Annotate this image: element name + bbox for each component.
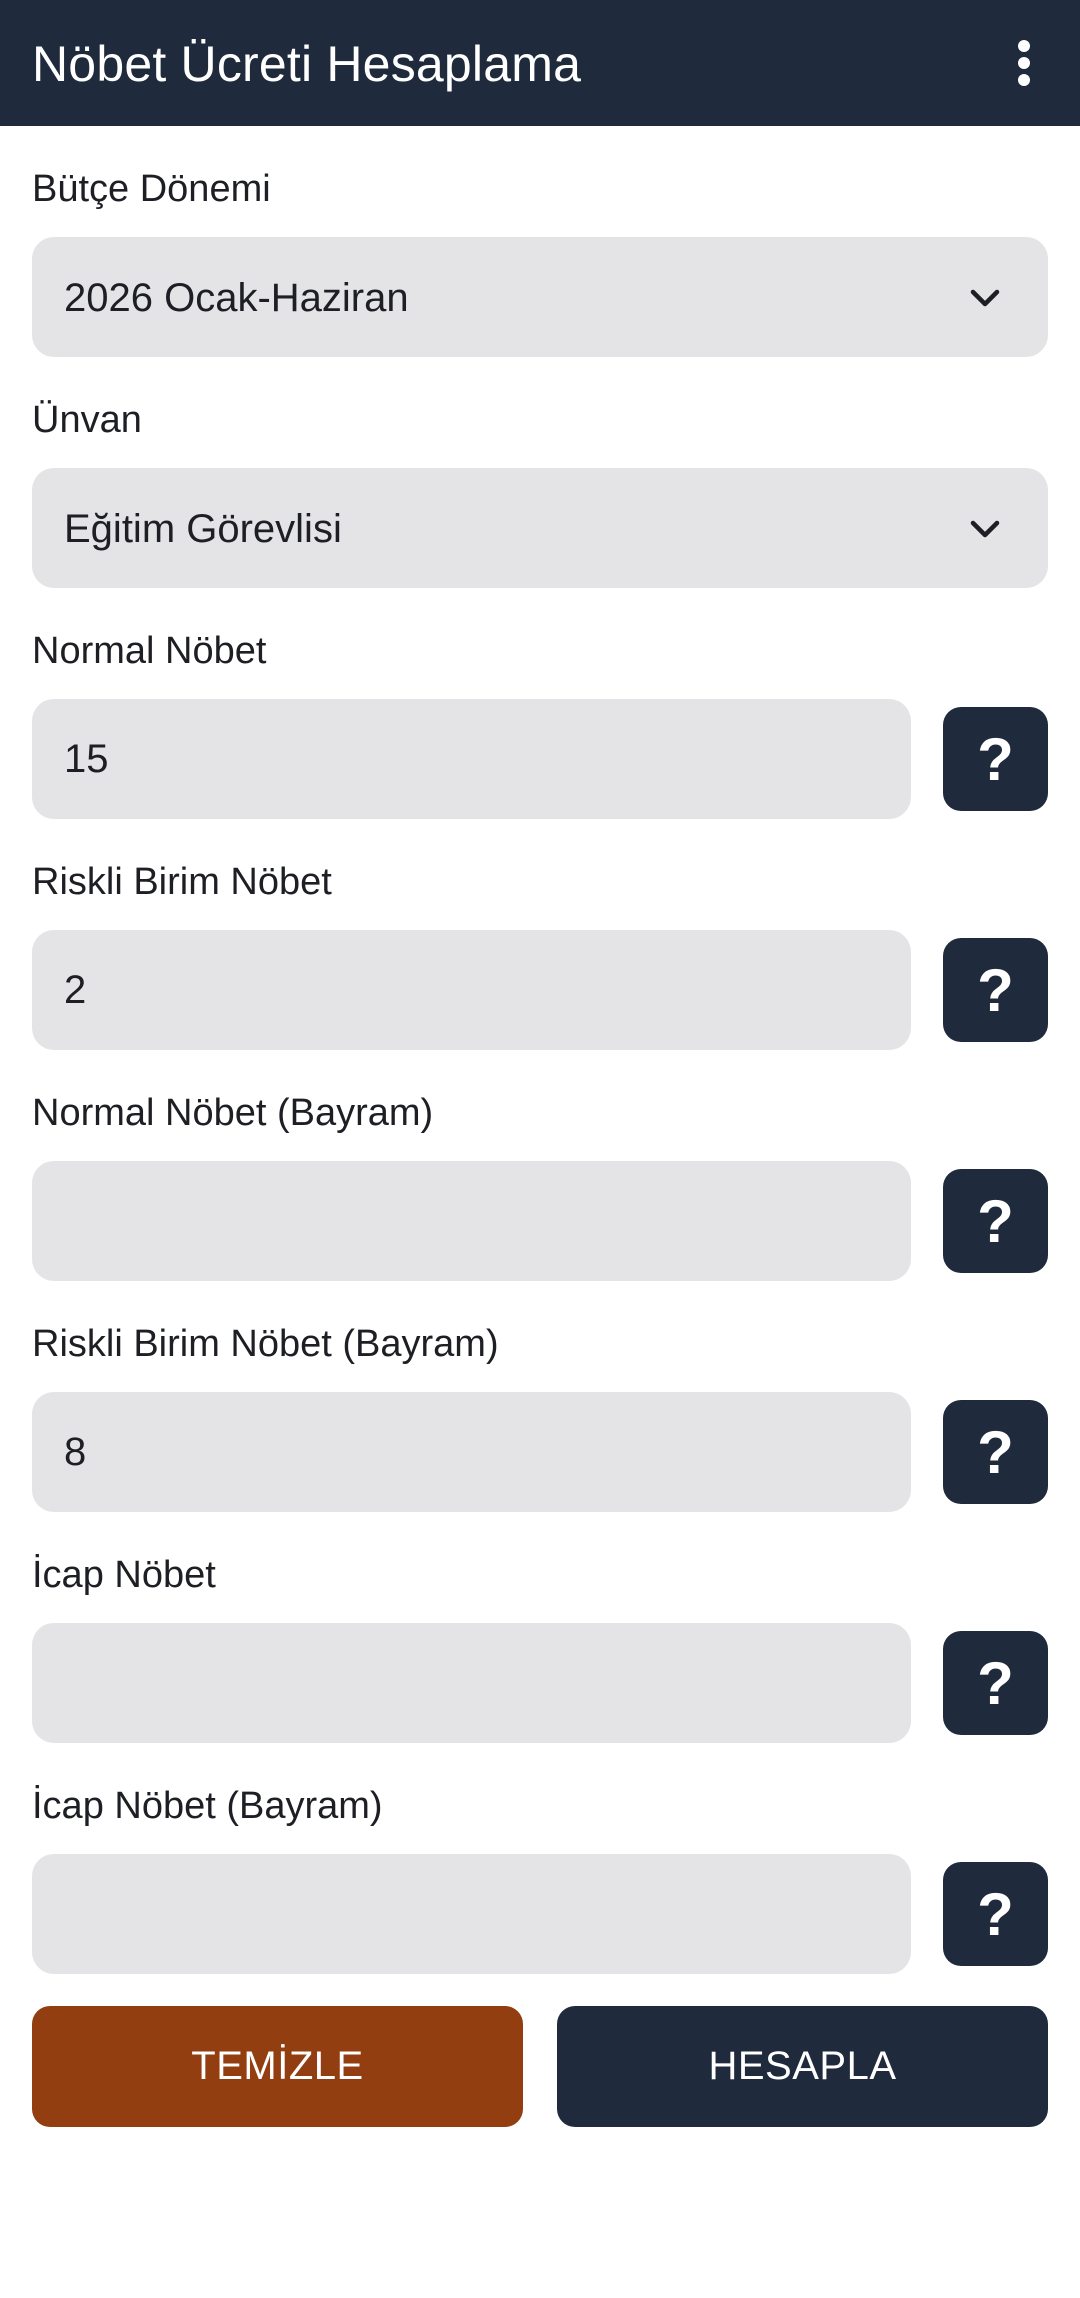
app-bar: Nöbet Ücreti Hesaplama [0, 0, 1080, 126]
normal-duty-holiday-help-button[interactable]: ? [943, 1169, 1048, 1273]
on-call-duty-holiday-input[interactable] [32, 1854, 911, 1974]
overflow-menu-button[interactable] [984, 23, 1064, 103]
title-label: Ünvan [32, 399, 142, 441]
on-call-duty-field[interactable] [32, 1623, 911, 1743]
normal-duty-holiday-field[interactable] [32, 1161, 911, 1281]
risky-unit-duty-help-button[interactable]: ? [943, 938, 1048, 1042]
normal-duty-help-button[interactable]: ? [943, 707, 1048, 811]
budget-period-select[interactable]: 2026 Ocak-Haziran [32, 237, 1048, 357]
title-value: Eğitim Görevlisi [64, 507, 342, 551]
normal-duty-label: Normal Nöbet [32, 630, 267, 672]
clear-button[interactable]: TEMİZLE [32, 2006, 523, 2127]
budget-period-label: Bütçe Dönemi [32, 168, 271, 210]
more-vertical-icon [1018, 40, 1030, 86]
risky-unit-duty-input[interactable] [32, 930, 911, 1050]
risky-unit-duty-holiday-input[interactable] [32, 1392, 911, 1512]
title-select[interactable]: Eğitim Görevlisi [32, 468, 1048, 588]
on-call-duty-holiday-label: İcap Nöbet (Bayram) [32, 1785, 383, 1827]
app-title: Nöbet Ücreti Hesaplama [32, 36, 582, 92]
normal-duty-holiday-label: Normal Nöbet (Bayram) [32, 1092, 434, 1134]
budget-period-value: 2026 Ocak-Haziran [64, 276, 409, 320]
risky-unit-duty-field[interactable] [32, 930, 911, 1050]
normal-duty-holiday-input[interactable] [32, 1161, 911, 1281]
normal-duty-input[interactable] [32, 699, 911, 819]
risky-unit-duty-label: Riskli Birim Nöbet [32, 861, 332, 903]
chevron-down-icon [970, 520, 1000, 538]
on-call-duty-holiday-field[interactable] [32, 1854, 911, 1974]
calculate-button[interactable]: HESAPLA [557, 2006, 1048, 2127]
on-call-duty-input[interactable] [32, 1623, 911, 1743]
risky-unit-duty-holiday-help-button[interactable]: ? [943, 1400, 1048, 1504]
normal-duty-field[interactable] [32, 699, 911, 819]
on-call-duty-label: İcap Nöbet [32, 1554, 216, 1596]
chevron-down-icon [970, 289, 1000, 307]
risky-unit-duty-holiday-label: Riskli Birim Nöbet (Bayram) [32, 1323, 499, 1365]
risky-unit-duty-holiday-field[interactable] [32, 1392, 911, 1512]
on-call-duty-holiday-help-button[interactable]: ? [943, 1862, 1048, 1966]
on-call-duty-help-button[interactable]: ? [943, 1631, 1048, 1735]
